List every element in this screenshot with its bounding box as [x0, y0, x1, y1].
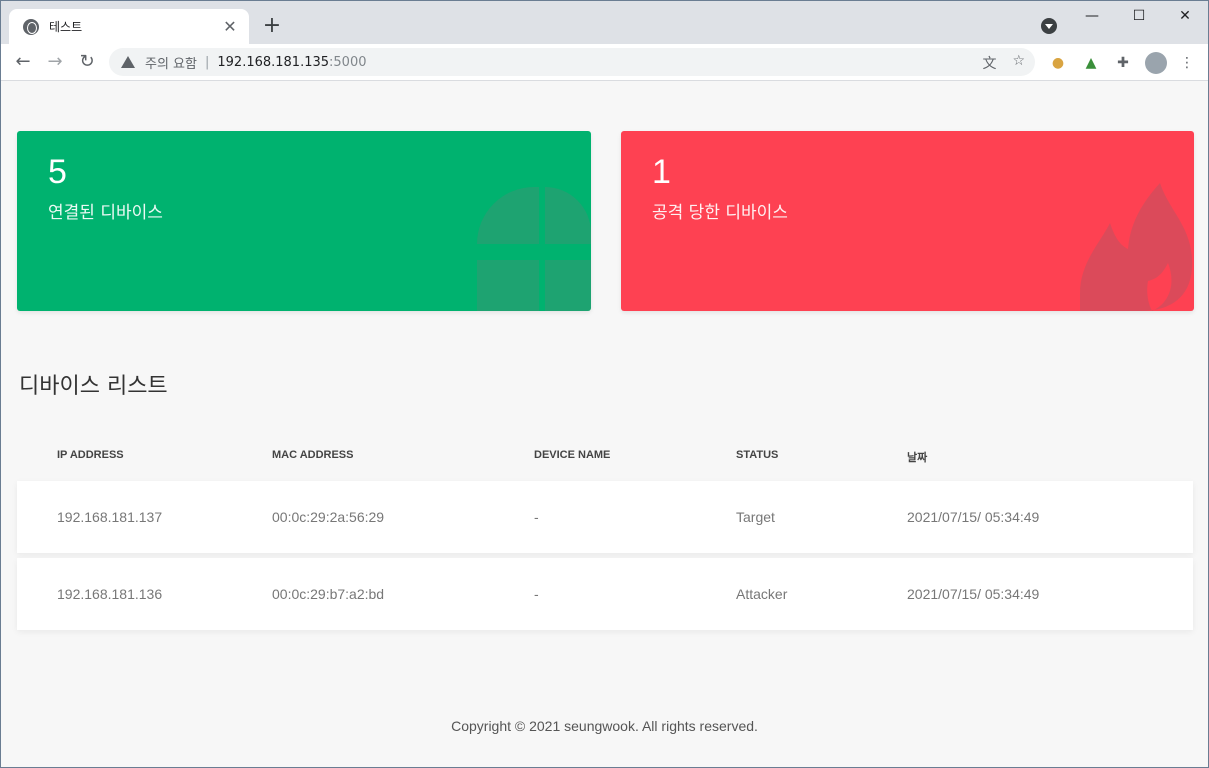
windows-icon	[477, 187, 591, 311]
security-warning-label[interactable]: 주의 요함	[145, 53, 197, 72]
browser-tab[interactable]: 테스트 ✕	[9, 9, 249, 44]
extension-icon[interactable]: ▲	[1082, 54, 1100, 72]
minimize-button[interactable]: —	[1069, 1, 1115, 31]
back-button[interactable]: ←	[11, 50, 35, 74]
tab-search-icon[interactable]	[1041, 18, 1057, 34]
bookmark-star-icon[interactable]: ☆	[1012, 53, 1025, 73]
cell-mac: 00:0c:29:b7:a2:bd	[272, 586, 385, 602]
cell-date: 2021/07/15/ 05:34:49	[907, 509, 1040, 525]
device-list-title: 디바이스 리스트	[19, 374, 168, 399]
connected-devices-card: 5 연결된 디바이스	[17, 131, 591, 311]
cell-date: 2021/07/15/ 05:34:49	[907, 586, 1040, 602]
browser-toolbar: ← → ↻ 주의 요함 | 192.168.181.135 :5000 文 ☆ …	[1, 44, 1208, 81]
globe-icon	[23, 18, 39, 35]
reload-button[interactable]: ↻	[75, 50, 99, 74]
fire-icon	[1080, 183, 1193, 311]
column-header-ip: IP ADDRESS	[57, 449, 124, 461]
column-header-mac: MAC ADDRESS	[272, 449, 354, 461]
new-tab-button[interactable]: +	[259, 13, 285, 39]
cell-status: Attacker	[736, 586, 788, 602]
column-header-device-name: DEVICE NAME	[534, 449, 611, 461]
warning-icon[interactable]	[121, 56, 135, 68]
tab-title: 테스트	[49, 20, 83, 34]
cell-ip: 192.168.181.136	[57, 586, 163, 602]
connected-count: 5	[48, 153, 67, 191]
cookie-extension-icon[interactable]: ●	[1049, 54, 1067, 72]
cell-device-name: -	[534, 586, 539, 602]
column-header-status: STATUS	[736, 449, 779, 461]
translate-icon[interactable]: 文	[982, 53, 996, 73]
extensions-puzzle-icon[interactable]: ✚	[1114, 54, 1132, 72]
table-row: 192.168.181.136 00:0c:29:b7:a2:bd - Atta…	[17, 558, 1193, 630]
table-header: IP ADDRESS MAC ADDRESS DEVICE NAME STATU…	[17, 449, 1193, 467]
footer-copyright: Copyright © 2021 seungwook. All rights r…	[451, 718, 758, 734]
attacked-devices-card: 1 공격 당한 디바이스	[621, 131, 1194, 311]
address-bar[interactable]: 주의 요함 | 192.168.181.135 :5000 文 ☆	[109, 48, 1035, 76]
maximize-button[interactable]: ☐	[1116, 1, 1162, 31]
window-close-button[interactable]: ✕	[1162, 1, 1208, 31]
column-header-date: 날짜	[907, 452, 928, 464]
menu-icon[interactable]: ⋮	[1178, 54, 1196, 72]
cell-status: Target	[736, 509, 775, 525]
table-row: 192.168.181.137 00:0c:29:2a:56:29 - Targ…	[17, 481, 1193, 553]
tab-strip: 테스트 ✕ + — ☐ ✕	[1, 1, 1208, 44]
address-separator: |	[204, 54, 210, 70]
tab-close-icon[interactable]: ✕	[221, 17, 239, 36]
attacked-label: 공격 당한 디바이스	[652, 203, 788, 223]
address-host: 192.168.181.135	[217, 54, 330, 70]
connected-label: 연결된 디바이스	[48, 203, 163, 223]
cell-ip: 192.168.181.137	[57, 509, 163, 525]
forward-button[interactable]: →	[43, 50, 67, 74]
address-port: :5000	[329, 54, 367, 70]
cell-device-name: -	[534, 509, 539, 525]
cell-mac: 00:0c:29:2a:56:29	[272, 509, 385, 525]
profile-avatar[interactable]	[1145, 52, 1167, 74]
attacked-count: 1	[652, 153, 671, 191]
